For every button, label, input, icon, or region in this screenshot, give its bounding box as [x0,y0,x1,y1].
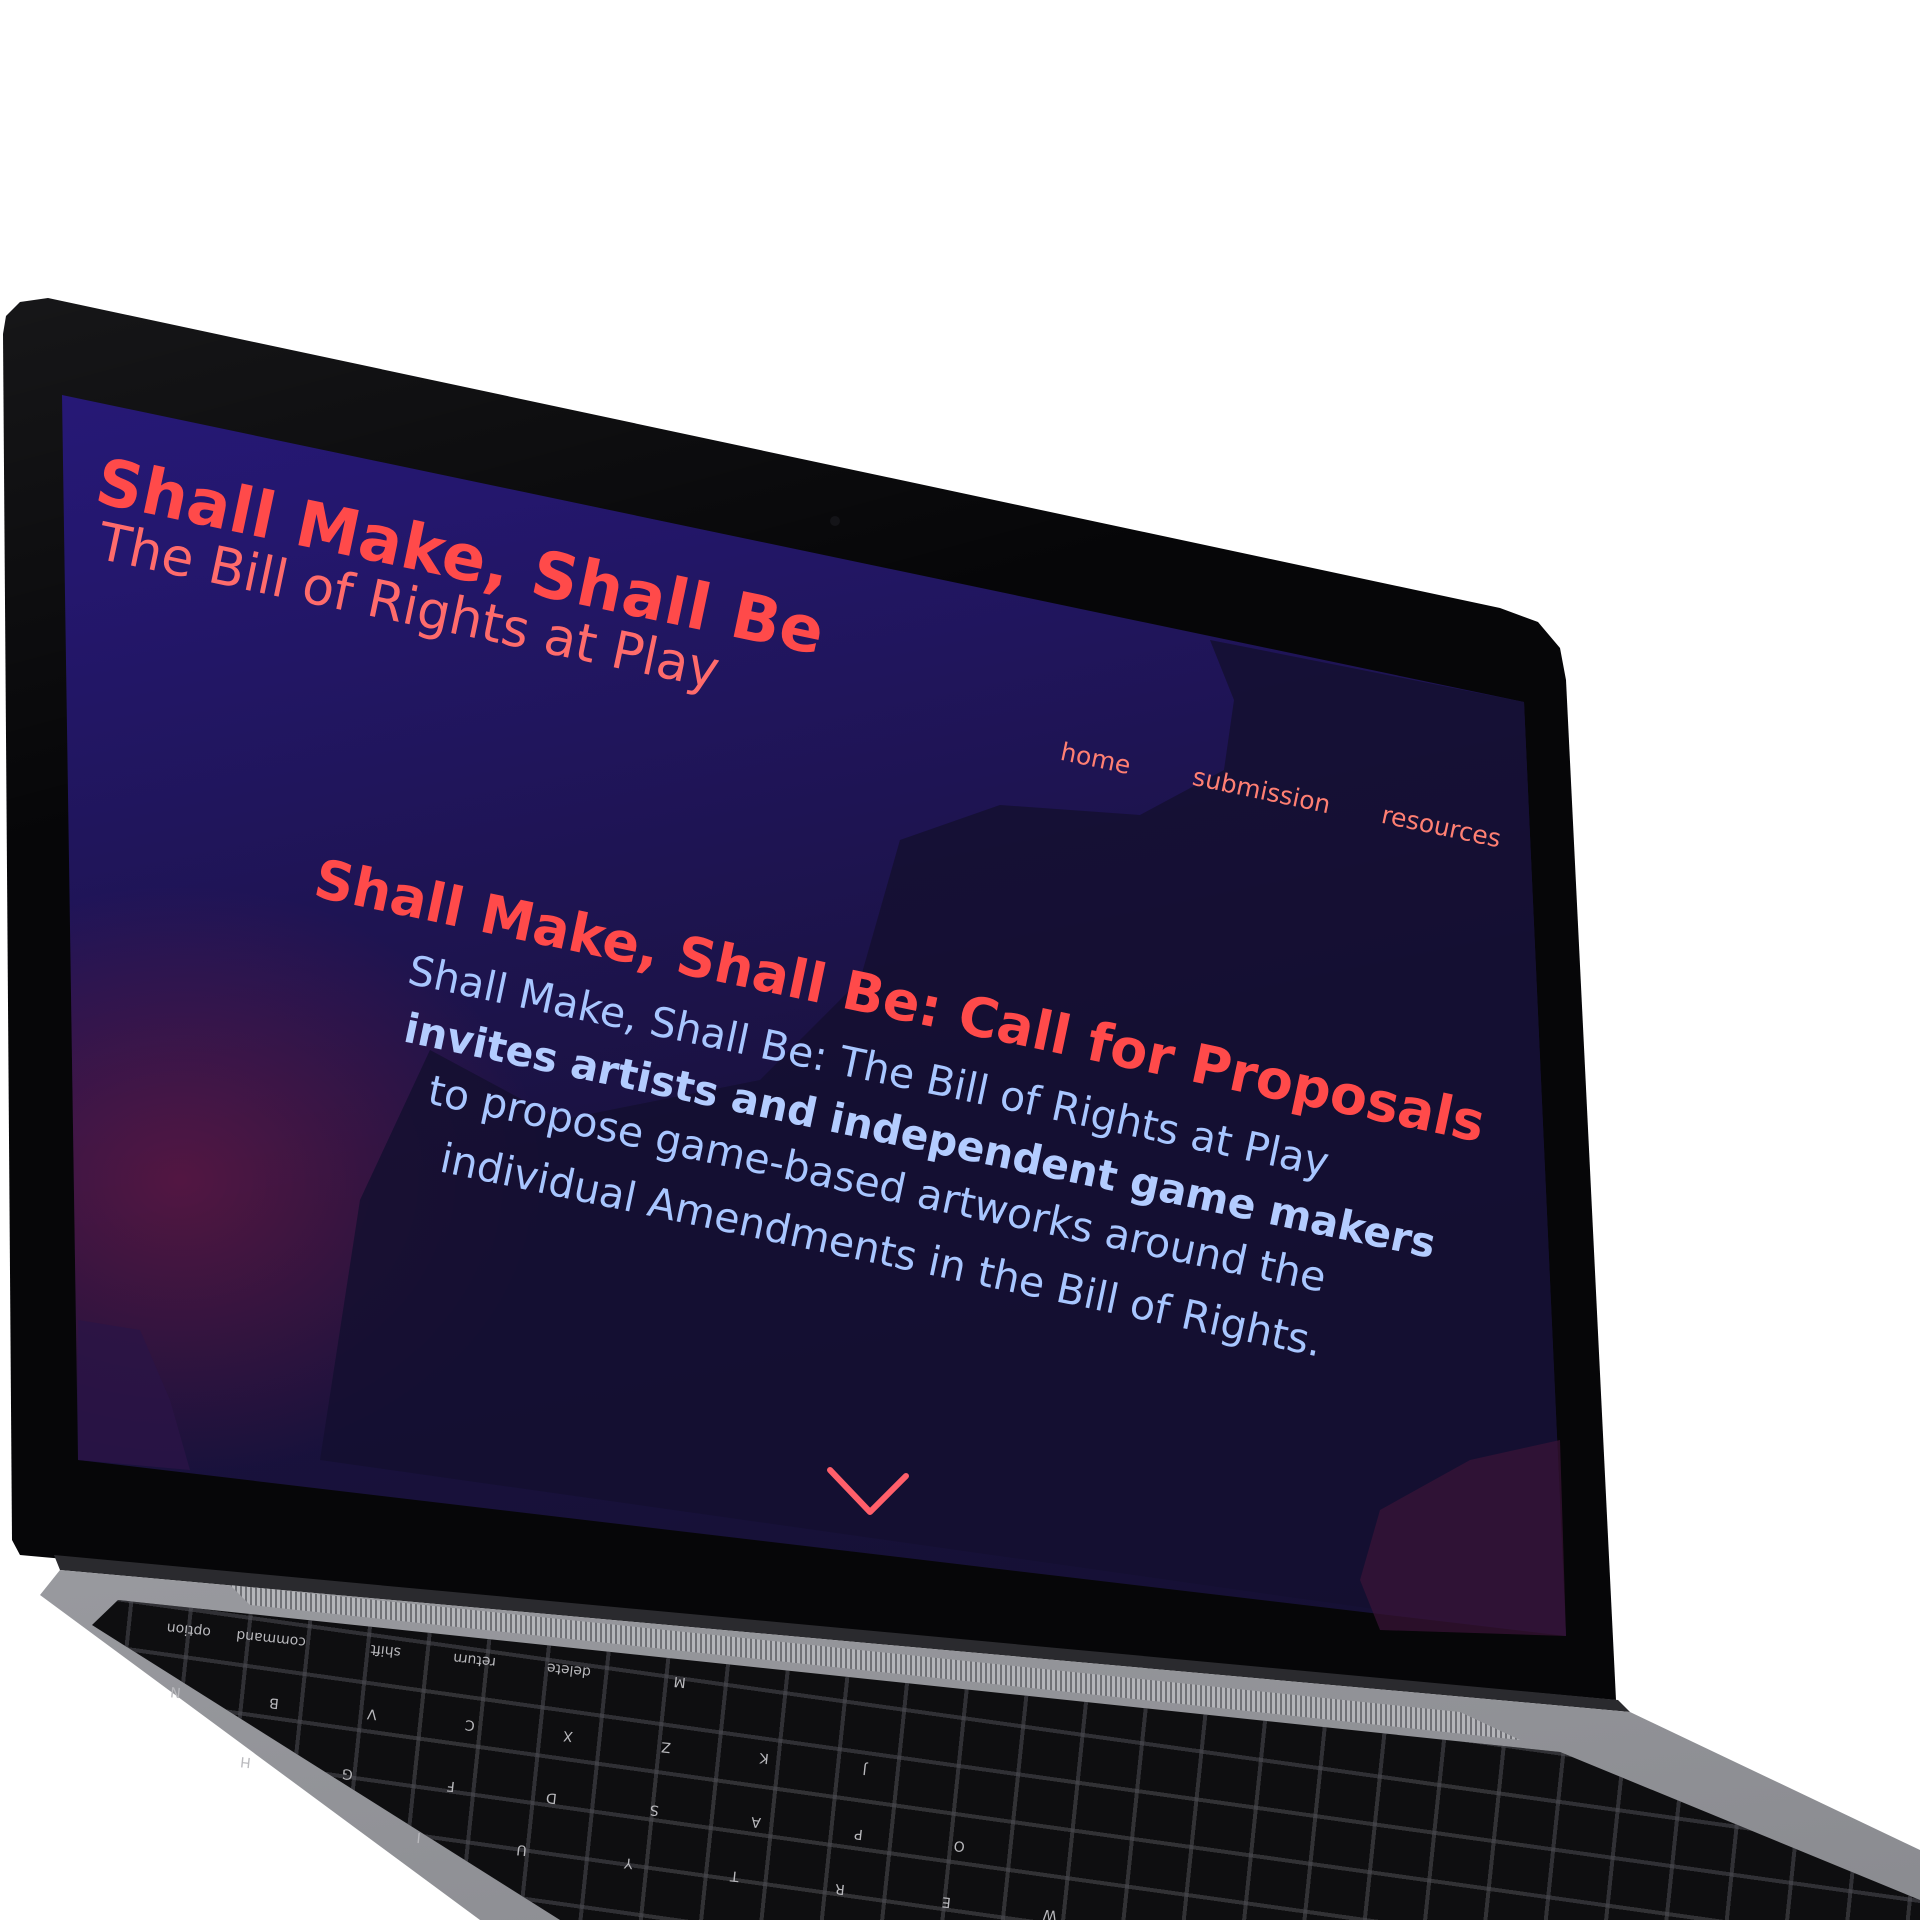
key-legend: B [268,1694,280,1711]
key-legend: K [758,1749,770,1766]
key-legend: H [239,1752,252,1770]
key-legend: U [515,1841,528,1858]
key-legend: N [169,1682,182,1700]
key-legend: D [545,1788,558,1806]
key-legend: E [941,1893,952,1910]
key-legend: R [834,1880,846,1897]
chevron-down-icon[interactable] [826,1458,910,1522]
key-legend: F [445,1777,456,1794]
key-legend: S [649,1801,660,1818]
webcam [830,516,840,526]
key-legend: W [1042,1905,1058,1920]
key-legend: C [464,1716,476,1733]
key-legend: A [750,1813,762,1830]
key-legend: Y [623,1854,634,1871]
key-legend: V [366,1705,378,1722]
key-legend: G [341,1764,354,1782]
key-legend: P [853,1825,864,1842]
key-legend: shift [369,1640,402,1660]
key-legend: Z [660,1738,672,1755]
laptop-mockup-scene: Shall Make, Shall Be The Bill of Rights … [0,0,1920,1920]
key-legend: T [729,1867,740,1884]
key-legend: M [672,1672,687,1690]
key-legend: X [562,1727,574,1744]
key-legend: O [953,1836,966,1854]
